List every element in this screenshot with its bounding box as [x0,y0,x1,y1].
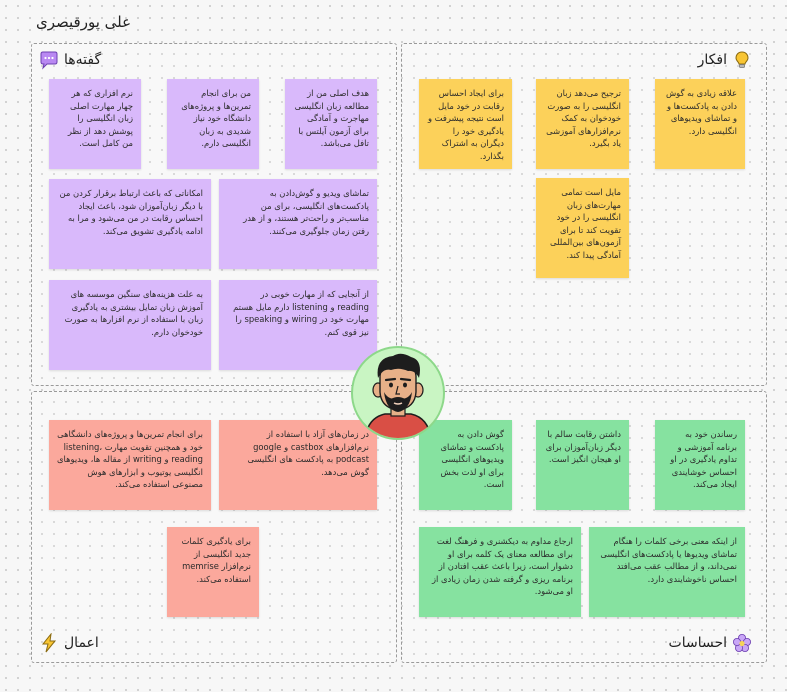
person-avatar [351,346,445,440]
sticky-note[interactable]: مایل است تمامی مهارت‌های زبان انگلیسی را… [536,178,629,278]
sticky-note[interactable]: هدف اصلی من از مطالعه زبان انگلیسی مهاجر… [285,79,377,169]
sticky-note[interactable]: از اینکه معنی برخی کلمات را هنگام تماشای… [589,527,745,617]
speech-bubble-icon [40,51,58,70]
lightbulb-icon [735,51,749,68]
actions-label-text: اعمال [64,635,99,651]
sticky-note[interactable]: گوش دادن به پادکست و تماشای ویدیوهای انگ… [419,420,512,510]
actions-label: اعمال [39,633,99,653]
sticky-note[interactable]: نرم افزاری که هر چهار مهارت اصلی زبان ان… [49,79,141,169]
sayings-label-text: گفته‌ها [64,52,102,68]
feelings-label: احساسات [669,633,752,653]
sticky-note[interactable]: برای ایجاد احساس رقابت در خود مایل است ن… [419,79,512,169]
sticky-note[interactable]: برای یادگیری کلمات جدید انگلیسی از نرم‌ا… [167,527,259,617]
lightning-icon [41,633,57,653]
sayings-label: گفته‌ها [39,50,101,70]
sticky-note[interactable]: ترجیح می‌دهد زبان انگلیسی را به صورت خود… [536,79,629,169]
sticky-note[interactable]: امکاناتی که باعث ارتباط برقرار کردن من ب… [49,179,211,269]
flower-icon [733,634,751,652]
sticky-note[interactable]: داشتن رقابت سالم با دیگر زبان‌آموزان برا… [536,420,629,510]
sticky-note[interactable]: ارجاع مداوم به دیکشنری و فرهنگ لغت برای … [419,527,581,617]
thoughts-label: افکار [698,50,752,70]
person-avatar-icon [364,353,432,438]
sticky-note[interactable]: رساندن خود به برنامه آموزشی و تداوم یادگ… [655,420,745,510]
sticky-note[interactable]: علاقه زیادی به گوش دادن به پادکست‌ها و و… [655,79,745,169]
feelings-label-text: احساسات [668,635,727,651]
sticky-note[interactable]: در زمان‌های آزاد با استفاده از نرم‌افزار… [219,420,377,510]
sticky-note[interactable]: از آنجایی که از مهارت خوبی در reading و … [219,280,377,370]
sticky-note[interactable]: تماشای ویدیو و گوش‌دادن به پادکست‌های ان… [219,179,377,269]
board-title: علی پورقیصری [36,13,132,31]
sticky-note[interactable]: من برای انجام تمرین‌ها و پروژه‌های دانشگ… [167,79,259,169]
thoughts-label-text: افکار [697,52,727,68]
sticky-note[interactable]: به علت هزینه‌های سنگین موسسه های آموزش ز… [49,280,211,370]
sticky-note[interactable]: برای انجام تمرین‌ها و پروژه‌های دانشگاهی… [49,420,211,510]
